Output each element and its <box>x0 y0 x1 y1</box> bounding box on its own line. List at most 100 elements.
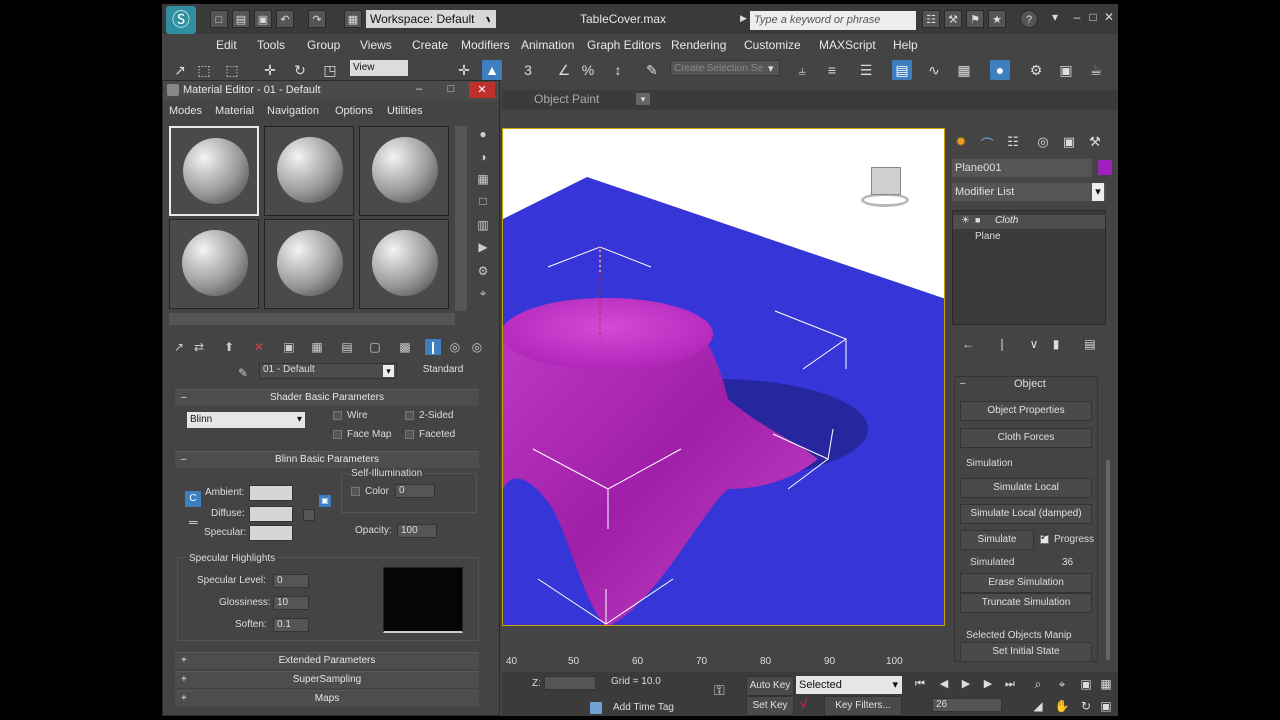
rotate-icon[interactable]: ↻ <box>290 60 310 80</box>
key-filters-button[interactable]: Key Filters... <box>824 696 902 716</box>
maximize-icon[interactable]: □ <box>441 83 461 97</box>
pin-stack-icon[interactable]: ← <box>958 334 978 354</box>
material-editor-window[interactable]: Material Editor - 01 - Default – □ ✕ Mod… <box>162 80 500 716</box>
material-slot[interactable] <box>359 219 449 309</box>
show-end-result-icon[interactable]: ❘ <box>992 334 1012 354</box>
material-slot[interactable] <box>264 219 354 309</box>
play-icon[interactable]: ▶ <box>956 674 976 694</box>
set-initial-state-button[interactable]: Set Initial State <box>960 642 1092 662</box>
opacity-field[interactable]: 100 <box>397 524 437 538</box>
menu-graph-editors[interactable]: Graph Editors <box>587 38 661 52</box>
modifier-stack[interactable]: ☀ ■ Cloth Plane <box>952 210 1106 325</box>
slots-vertical-scrollbar[interactable] <box>455 126 467 311</box>
edit-named-selection-icon[interactable]: ✎ <box>642 60 662 80</box>
motion-tab-icon[interactable]: ◎ <box>1034 134 1052 152</box>
cloth-forces-button[interactable]: Cloth Forces <box>960 428 1092 448</box>
material-slot[interactable] <box>359 126 449 216</box>
key-mode-icon[interactable]: ⚿ <box>714 682 725 699</box>
maximize-viewport-icon[interactable]: ▣ <box>1096 696 1116 716</box>
field-of-view-icon[interactable]: ◢ <box>1028 696 1048 716</box>
viewcube-icon[interactable] <box>857 159 913 211</box>
material-id-icon[interactable]: ▢ <box>367 339 383 355</box>
stack-item-plane[interactable]: Plane <box>975 231 1001 242</box>
material-editor-title-bar[interactable]: Material Editor - 01 - Default – □ ✕ <box>163 81 499 101</box>
rollout-blinn-basic-parameters[interactable]: – Blinn Basic Parameters <box>175 451 479 468</box>
object-name-field[interactable]: Plane001 <box>952 159 1092 177</box>
erase-simulation-button[interactable]: Erase Simulation <box>960 573 1092 593</box>
menu-customize[interactable]: Customize <box>744 38 801 52</box>
chevron-down-icon[interactable]: ▾ <box>488 12 494 25</box>
chevron-down-icon[interactable]: ▾ <box>1046 10 1064 26</box>
simulate-local-damped-button[interactable]: Simulate Local (damped) <box>960 504 1092 524</box>
go-to-end-icon[interactable]: ⏭ <box>1000 674 1020 694</box>
mirror-icon[interactable]: ⫨ <box>792 60 812 80</box>
menu-material[interactable]: Material <box>215 105 254 117</box>
select-by-material-icon[interactable]: ⌖ <box>475 285 491 301</box>
named-selection-dropdown[interactable]: Create Selection Se <box>670 60 780 76</box>
close-icon[interactable]: ✕ <box>1100 10 1118 26</box>
menu-edit[interactable]: Edit <box>216 38 237 52</box>
pivot-icon[interactable]: ✛ <box>454 60 474 80</box>
spinner-snap-icon[interactable]: ↕ <box>608 60 628 80</box>
collapse-icon[interactable]: – <box>960 378 966 389</box>
lock-icon[interactable]: ▣ <box>319 495 331 507</box>
orbit-icon[interactable]: ↻ <box>1076 696 1096 716</box>
go-forward-icon[interactable]: ◎ <box>469 339 485 355</box>
rollout-supersampling[interactable]: + SuperSampling <box>175 671 479 688</box>
scale-icon[interactable]: ◳ <box>320 60 340 80</box>
ribbon-toggle-icon[interactable]: ▤ <box>892 60 912 80</box>
menu-create[interactable]: Create <box>412 38 448 52</box>
object-color-swatch[interactable] <box>1098 160 1112 175</box>
zoom-icon[interactable]: ⌕ <box>1028 674 1048 694</box>
rendered-frame-icon[interactable]: ▣ <box>1056 60 1076 80</box>
configure-sets-icon[interactable]: ▤ <box>1080 334 1100 354</box>
move-icon[interactable]: ✛ <box>260 60 280 80</box>
add-time-tag[interactable]: Add Time Tag <box>613 702 674 713</box>
next-frame-icon[interactable]: ▶ <box>978 674 998 694</box>
tab-object-paint[interactable]: Object Paint <box>534 92 599 106</box>
material-name-field[interactable]: 01 - Default ▾ <box>259 363 397 379</box>
show-map-icon[interactable]: ▩ <box>397 339 413 355</box>
binoculars-icon[interactable]: ☷ <box>922 10 940 28</box>
slots-horizontal-scrollbar[interactable] <box>169 313 455 325</box>
zoom-all-icon[interactable]: ⌖ <box>1052 674 1072 694</box>
select-object-icon[interactable]: ⬚ <box>222 60 242 80</box>
lock-diffuse-specular-icon[interactable]: ═ <box>189 515 198 529</box>
search-input[interactable]: Type a keyword or phrase <box>750 11 916 30</box>
eyedropper-icon[interactable]: ✎ <box>235 365 251 381</box>
help-icon[interactable]: ? <box>1020 10 1038 28</box>
set-key-icon[interactable]: √ <box>800 696 807 711</box>
panel-scrollbar[interactable] <box>1106 460 1110 660</box>
diffuse-map-button[interactable] <box>303 509 315 521</box>
modify-tab-icon[interactable]: ⌒ <box>978 134 996 152</box>
undo-icon[interactable]: ↶ <box>276 10 294 28</box>
time-tag-icon[interactable] <box>590 702 602 714</box>
align-icon[interactable]: ≡ <box>822 60 842 80</box>
set-key-button[interactable]: Set Key <box>746 696 794 716</box>
go-to-start-icon[interactable]: ⏮ <box>910 674 930 694</box>
key-selection-dropdown[interactable]: Selected ▾ <box>796 676 902 694</box>
soften-field[interactable]: 0.1 <box>273 618 309 632</box>
lightbulb-icon[interactable]: ☀ <box>961 215 970 226</box>
get-material-icon[interactable]: ↗ <box>171 339 187 355</box>
lock-ambient-diffuse-icon[interactable]: C <box>185 491 201 507</box>
shader-dropdown[interactable]: Blinn ▾ <box>187 412 305 428</box>
material-slot[interactable] <box>264 126 354 216</box>
specular-level-field[interactable]: 0 <box>273 574 309 588</box>
put-to-library-icon[interactable]: ▤ <box>339 339 355 355</box>
render-teapot-icon[interactable]: ☕ <box>1086 60 1106 80</box>
show-end-result-icon[interactable]: ❙ <box>425 339 441 355</box>
expand-icon[interactable]: ■ <box>975 215 980 225</box>
simulate-local-button[interactable]: Simulate Local <box>960 478 1092 498</box>
remove-modifier-icon[interactable]: ▮ <box>1046 334 1066 354</box>
reset-material-icon[interactable]: ✕ <box>251 339 267 355</box>
self-illum-color-checkbox[interactable] <box>351 487 360 496</box>
assign-to-selection-icon[interactable]: ⬆ <box>221 339 237 355</box>
workspace-dropdown[interactable]: Workspace: Default ▾ <box>366 10 496 28</box>
current-frame-field[interactable]: 26 <box>932 698 1002 712</box>
percent-snap-icon[interactable]: % <box>578 60 598 80</box>
star-icon[interactable]: ★ <box>988 10 1006 28</box>
sample-type-icon[interactable]: ● <box>475 126 491 142</box>
go-to-parent-icon[interactable]: ◎ <box>447 339 463 355</box>
make-unique-icon[interactable]: ▦ <box>309 339 325 355</box>
